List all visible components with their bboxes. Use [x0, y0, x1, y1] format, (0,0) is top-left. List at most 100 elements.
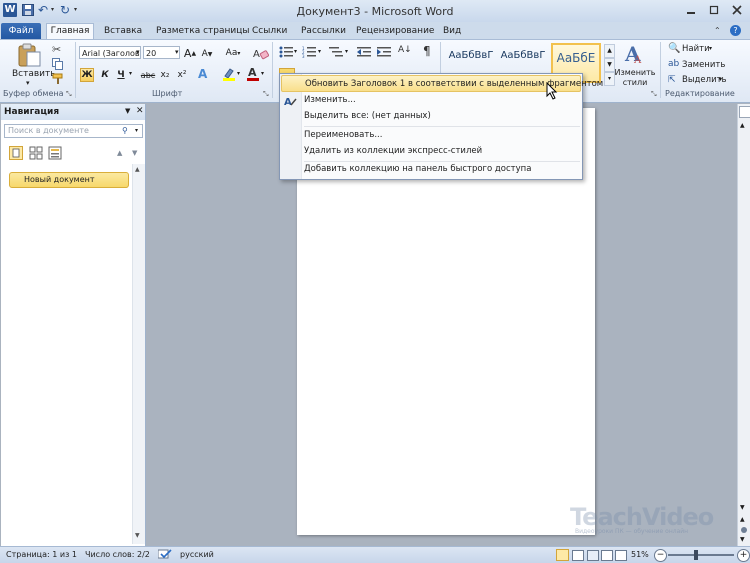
- vertical-scrollbar[interactable]: ▲ ▼ ▲ ▼: [737, 104, 750, 546]
- change-styles-icon[interactable]: AA: [624, 43, 646, 65]
- clear-formatting-icon[interactable]: A: [253, 46, 269, 60]
- zoom-slider-thumb[interactable]: [694, 550, 698, 560]
- format-painter-icon[interactable]: [52, 73, 64, 85]
- nav-scrollbar[interactable]: ▲ ▼: [132, 164, 145, 544]
- text-effects-icon[interactable]: A: [198, 67, 207, 81]
- view-web-layout-icon[interactable]: [587, 550, 599, 561]
- next-page-icon[interactable]: ▼: [740, 536, 745, 543]
- nav-results-tab-icon[interactable]: [48, 146, 62, 160]
- minimize-ribbon-icon[interactable]: ⌃: [714, 26, 721, 35]
- italic-button[interactable]: К: [98, 68, 112, 82]
- multilevel-list-dropdown-icon[interactable]: ▾: [345, 48, 348, 55]
- grow-font-button[interactable]: A ▲: [183, 46, 197, 60]
- menu-item-update-heading[interactable]: Обновить Заголовок 1 в соответствии с вы…: [281, 75, 603, 92]
- paste-button-label[interactable]: Вставить: [12, 69, 56, 79]
- status-word-count[interactable]: Число слов: 2/2: [85, 547, 150, 562]
- bullets-icon[interactable]: [279, 46, 293, 58]
- change-case-button[interactable]: Aa ▾: [223, 46, 243, 60]
- tab-file[interactable]: Файл: [1, 23, 41, 39]
- tab-references[interactable]: Ссылки: [252, 24, 287, 39]
- font-size-dropdown-icon[interactable]: ▾: [175, 48, 179, 56]
- menu-item-select-all[interactable]: Выделить все: (нет данных): [281, 108, 581, 125]
- copy-icon[interactable]: [52, 58, 64, 70]
- nav-previous-icon[interactable]: ▲: [117, 149, 122, 157]
- scroll-up-icon[interactable]: ▲: [740, 122, 745, 129]
- superscript-button[interactable]: x²: [175, 68, 189, 82]
- view-print-layout-icon[interactable]: [556, 549, 569, 561]
- increase-indent-icon[interactable]: [377, 46, 391, 58]
- view-outline-icon[interactable]: [601, 550, 613, 561]
- styles-launcher-icon[interactable]: ⤡: [651, 90, 657, 99]
- clipboard-launcher-icon[interactable]: ⤡: [66, 90, 72, 99]
- view-full-screen-icon[interactable]: [572, 550, 584, 561]
- subscript-button[interactable]: x₂: [158, 68, 172, 82]
- nav-pages-tab-icon[interactable]: [29, 146, 43, 160]
- numbering-dropdown-icon[interactable]: ▾: [318, 48, 321, 55]
- maximize-button[interactable]: [703, 2, 725, 18]
- tab-insert[interactable]: Вставка: [104, 24, 142, 39]
- font-launcher-icon[interactable]: ⤡: [263, 90, 269, 99]
- status-language[interactable]: русский: [180, 547, 214, 562]
- replace-icon[interactable]: ab: [668, 59, 679, 69]
- font-color-icon[interactable]: A: [247, 66, 259, 81]
- strikethrough-button[interactable]: abc: [140, 68, 156, 82]
- change-styles-label[interactable]: Изменить стили: [614, 68, 656, 88]
- tab-page-layout[interactable]: Разметка страницы: [156, 24, 250, 39]
- paste-icon[interactable]: [16, 43, 42, 67]
- highlight-icon[interactable]: [222, 67, 236, 81]
- font-name-combo[interactable]: Arial (Заголов: [79, 46, 141, 59]
- bold-button[interactable]: Ж: [80, 68, 94, 82]
- zoom-out-icon[interactable]: −: [654, 549, 667, 562]
- styles-scroll-up-icon[interactable]: ▲: [604, 44, 615, 58]
- shrink-font-button[interactable]: A ▼: [200, 47, 214, 61]
- status-page[interactable]: Страница: 1 из 1: [6, 547, 77, 562]
- find-label[interactable]: Найти: [682, 44, 710, 54]
- help-icon[interactable]: ?: [730, 25, 741, 36]
- minimize-button[interactable]: [680, 2, 702, 18]
- select-icon[interactable]: ⇱: [668, 75, 676, 85]
- underline-button[interactable]: Ч: [115, 68, 127, 82]
- font-name-dropdown-icon[interactable]: ▾: [136, 48, 140, 56]
- highlight-dropdown-icon[interactable]: ▾: [237, 70, 240, 77]
- nav-next-icon[interactable]: ▼: [132, 149, 137, 157]
- nav-scroll-down-icon[interactable]: ▼: [135, 532, 140, 539]
- tab-review[interactable]: Рецензирование: [356, 24, 434, 39]
- replace-label[interactable]: Заменить: [682, 60, 725, 70]
- sort-icon[interactable]: A↓: [398, 45, 412, 55]
- bullets-dropdown-icon[interactable]: ▾: [294, 48, 297, 55]
- nav-heading-item[interactable]: Новый документ: [9, 172, 129, 188]
- spelling-check-icon[interactable]: [158, 549, 172, 560]
- nav-options-icon[interactable]: ▼: [125, 107, 130, 115]
- multilevel-list-icon[interactable]: [329, 46, 343, 58]
- nav-search-icon[interactable]: ⚲: [122, 126, 128, 135]
- zoom-level[interactable]: 51%: [631, 547, 649, 562]
- menu-item-add-to-qat[interactable]: Добавить коллекцию на панель быстрого до…: [281, 161, 581, 178]
- numbering-icon[interactable]: 123: [302, 46, 316, 58]
- menu-item-rename[interactable]: Переименовать...: [281, 127, 581, 144]
- nav-headings-tab-icon[interactable]: [9, 146, 23, 160]
- tab-mailings[interactable]: Рассылки: [301, 24, 346, 39]
- nav-search-dropdown-icon[interactable]: ▾: [135, 127, 138, 134]
- tab-home[interactable]: Главная: [46, 23, 94, 40]
- menu-item-modify[interactable]: Изменить...: [281, 92, 581, 109]
- tab-view[interactable]: Вид: [443, 24, 461, 39]
- cut-icon[interactable]: ✂: [52, 43, 61, 56]
- close-button[interactable]: [726, 2, 748, 18]
- zoom-in-icon[interactable]: +: [737, 549, 750, 562]
- ruler-toggle-icon[interactable]: [739, 106, 750, 118]
- underline-dropdown-icon[interactable]: ▾: [129, 70, 132, 77]
- show-formatting-icon[interactable]: ¶: [423, 44, 431, 58]
- menu-item-remove-from-gallery[interactable]: Удалить из коллекции экспресс-стилей: [281, 143, 581, 160]
- view-draft-icon[interactable]: [615, 550, 627, 561]
- nav-close-icon[interactable]: ✕: [136, 106, 144, 116]
- nav-scroll-up-icon[interactable]: ▲: [135, 166, 140, 173]
- scroll-down-icon[interactable]: ▼: [740, 504, 745, 511]
- browse-object-icon[interactable]: [741, 527, 747, 533]
- zoom-slider[interactable]: [668, 550, 734, 560]
- font-color-dropdown-icon[interactable]: ▾: [261, 70, 264, 77]
- find-dropdown-icon[interactable]: ▾: [709, 45, 712, 52]
- paste-dropdown-icon[interactable]: ▾: [26, 79, 30, 87]
- find-icon[interactable]: 🔍: [668, 43, 680, 54]
- select-dropdown-icon[interactable]: ▾: [719, 76, 722, 83]
- previous-page-icon[interactable]: ▲: [740, 516, 745, 523]
